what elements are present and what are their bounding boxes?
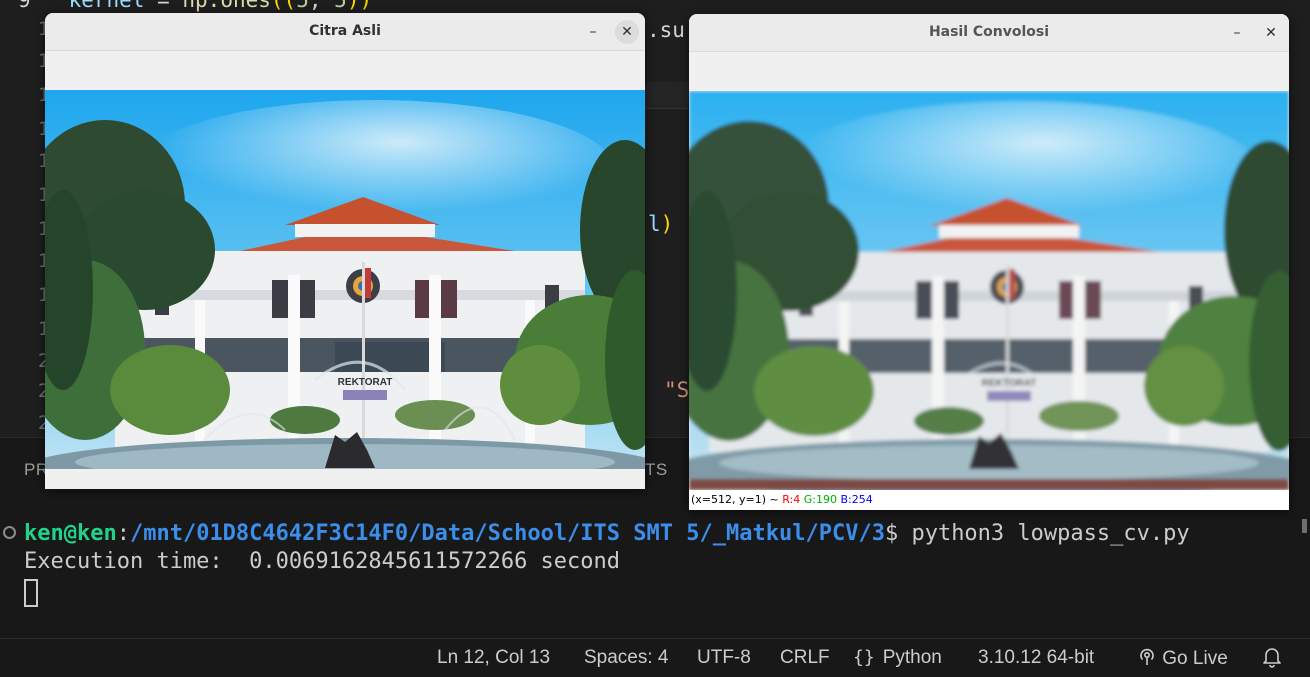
terminal-command: python3 lowpass_cv.py bbox=[911, 521, 1190, 546]
window-titlebar[interactable]: Citra Asli – ✕ bbox=[45, 13, 645, 51]
command-decoration-icon[interactable] bbox=[3, 526, 16, 539]
terminal-scrollbar[interactable] bbox=[1302, 519, 1307, 533]
window-toolbar bbox=[689, 52, 1289, 91]
pixel-blue: B:254 bbox=[840, 493, 873, 506]
original-photo: REKTORAT bbox=[45, 90, 645, 489]
minimize-button[interactable]: – bbox=[1225, 21, 1249, 45]
building-sign: REKTORAT bbox=[338, 377, 393, 388]
terminal[interactable]: ken@ken:/mnt/01D8C4642F3C14F0/Data/Schoo… bbox=[0, 505, 1310, 638]
end-of-line[interactable]: CRLF bbox=[780, 647, 830, 669]
close-button[interactable]: ✕ bbox=[615, 20, 639, 44]
window-titlebar[interactable]: Hasil Convolosi – ✕ bbox=[689, 14, 1289, 52]
terminal-prompt-line: ken@ken:/mnt/01D8C4642F3C14F0/Data/Schoo… bbox=[24, 521, 1190, 546]
broadcast-icon bbox=[1140, 648, 1154, 665]
code-fragment: "S bbox=[664, 378, 690, 402]
convolution-photo: REKTORAT bbox=[689, 91, 1289, 490]
minimize-button[interactable]: – bbox=[581, 20, 605, 44]
python-interpreter[interactable]: 3.10.12 64-bit bbox=[978, 647, 1094, 669]
pixel-coordinates: (x=512, y=1) ~ bbox=[691, 493, 783, 506]
editor-tab-strip bbox=[645, 82, 695, 109]
code-fragment: l) bbox=[648, 212, 674, 236]
prompt-user: ken@ken bbox=[24, 521, 117, 546]
terminal-cursor bbox=[24, 579, 38, 607]
encoding[interactable]: UTF-8 bbox=[697, 647, 751, 669]
window-title: Hasil Convolosi bbox=[928, 24, 1050, 40]
notifications-button[interactable] bbox=[1262, 646, 1282, 674]
tab-ports[interactable]: TS bbox=[645, 460, 668, 480]
window-status-strip bbox=[45, 469, 645, 489]
window-toolbar bbox=[45, 51, 645, 90]
original-image-window: Citra Asli – ✕ REKTORAT bbox=[45, 13, 645, 489]
cursor-position[interactable]: Ln 12, Col 13 bbox=[437, 647, 550, 669]
bell-icon bbox=[1263, 648, 1281, 668]
code-line-kernel: 9 kernel = np.ones((5, 5)) bbox=[18, 0, 372, 12]
indentation[interactable]: Spaces: 4 bbox=[584, 647, 669, 669]
prompt-path: /mnt/01D8C4642F3C14F0/Data/School/ITS SM… bbox=[129, 521, 885, 546]
close-button[interactable]: ✕ bbox=[1259, 21, 1283, 45]
terminal-output: Execution time: 0.0069162845611572266 se… bbox=[24, 549, 621, 574]
building-sign: REKTORAT bbox=[982, 378, 1037, 389]
pixel-info-bar: (x=512, y=1) ~ R:4 G:190 B:254 bbox=[689, 490, 1289, 510]
status-bar: Ln 12, Col 13 Spaces: 4 UTF-8 CRLF {} Pyt… bbox=[0, 638, 1310, 677]
go-live-button[interactable]: Go Live bbox=[1137, 647, 1228, 670]
convolution-result-window: Hasil Convolosi – ✕ REKTORAT (x=512, y=1… bbox=[689, 14, 1289, 510]
code-fragment: .su bbox=[647, 18, 685, 42]
pixel-green: G:190 bbox=[803, 493, 837, 506]
braces-icon: {} bbox=[853, 647, 875, 668]
window-title: Citra Asli bbox=[309, 23, 381, 39]
language-mode[interactable]: {} Python bbox=[853, 647, 942, 669]
gutter-number: 9 bbox=[18, 0, 31, 12]
pixel-red: R:4 bbox=[782, 493, 801, 506]
